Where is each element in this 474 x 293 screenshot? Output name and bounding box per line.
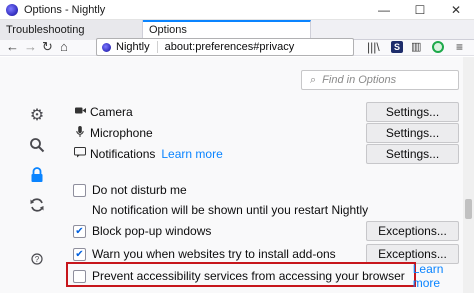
camera-settings-button[interactable]: Settings... [366,102,459,122]
notifications-settings-button[interactable]: Settings... [366,144,459,164]
microphone-label: Microphone [90,126,153,140]
navigation-toolbar: ← → ↻ ⌂ Nightly about:preferences#privac… [0,38,474,56]
url-text: about:preferences#privacy [164,41,295,53]
title-bar: Options - Nightly — ☐ ✕ [0,0,474,20]
nightly-logo-icon [6,3,18,16]
do-not-disturb-row: Do not disturb me [73,182,187,198]
block-popups-checkbox[interactable]: ✔ [73,224,86,238]
addons-exceptions-button[interactable]: Exceptions... [366,244,459,264]
extension-s-icon[interactable]: S [391,41,403,53]
lock-icon[interactable] [28,166,46,184]
warn-addons-row: ✔ Warn you when websites try to install … [73,246,336,262]
gear-icon[interactable]: ⚙ [28,106,46,124]
sidebar-toggle-icon[interactable]: ▥ [411,39,421,55]
extension-circle-icon[interactable] [432,41,444,53]
prevent-accessibility-label: Prevent accessibility services from acce… [91,269,405,283]
nightly-identity-icon [102,42,111,52]
tab-strip: Troubleshooting Information Options [0,20,474,56]
notifications-permission-row: Notifications Learn more [73,145,223,163]
preferences-content: ⌕ ⚙ ? Camera Settings... Microphone Sett… [0,57,474,293]
help-icon[interactable]: ? [28,250,46,268]
microphone-icon [73,126,87,140]
tab-label: Options [149,24,187,36]
minimize-button[interactable]: — [366,0,402,20]
maximize-button[interactable]: ☐ [402,0,438,20]
do-not-disturb-label: Do not disturb me [92,183,187,197]
warn-addons-checkbox[interactable]: ✔ [73,247,86,261]
scrollbar-thumb[interactable] [465,199,472,219]
block-popups-row: ✔ Block pop-up windows [73,223,211,239]
scrollbar-track[interactable] [463,57,474,293]
popups-exceptions-button[interactable]: Exceptions... [366,221,459,241]
warn-addons-label: Warn you when websites try to install ad… [92,247,336,261]
notifications-label: Notifications [90,147,156,161]
window-title: Options - Nightly [24,3,106,16]
toolbar-right: |||\ S ▥ ≡ [364,40,474,56]
svg-text:?: ? [35,255,40,264]
do-not-disturb-note: No notification will be shown until you … [92,203,369,217]
find-in-options-input[interactable] [322,74,453,86]
camera-icon [73,106,87,118]
prevent-accessibility-row: Prevent accessibility services from acce… [73,262,474,290]
camera-permission-row: Camera [73,103,133,121]
tab-troubleshooting[interactable]: Troubleshooting Information [0,20,143,56]
back-arrow-icon[interactable]: ← [6,39,19,55]
microphone-settings-button[interactable]: Settings... [366,123,459,143]
hamburger-menu-icon[interactable]: ≡ [456,39,463,55]
prevent-accessibility-checkbox[interactable] [73,269,86,283]
home-icon[interactable]: ⌂ [60,39,68,55]
search-icon: ⌕ [310,73,317,86]
microphone-permission-row: Microphone [73,124,153,142]
notifications-learn-more-link[interactable]: Learn more [161,147,222,161]
reload-icon[interactable]: ↻ [42,39,53,55]
url-bar[interactable]: Nightly about:preferences#privacy [96,38,354,56]
block-popups-label: Block pop-up windows [92,224,212,238]
forward-arrow-icon[interactable]: → [24,39,37,55]
do-not-disturb-checkbox[interactable] [73,183,86,197]
notification-bubble-icon [73,147,87,161]
library-icon[interactable]: |||\ [367,39,380,55]
find-in-options-box[interactable]: ⌕ [301,70,459,90]
close-window-button[interactable]: ✕ [438,0,474,20]
search-icon[interactable] [28,136,46,154]
camera-label: Camera [90,105,133,119]
url-identity-label: Nightly [116,41,158,53]
sync-icon[interactable] [28,196,46,214]
window-controls: — ☐ ✕ [366,0,474,20]
